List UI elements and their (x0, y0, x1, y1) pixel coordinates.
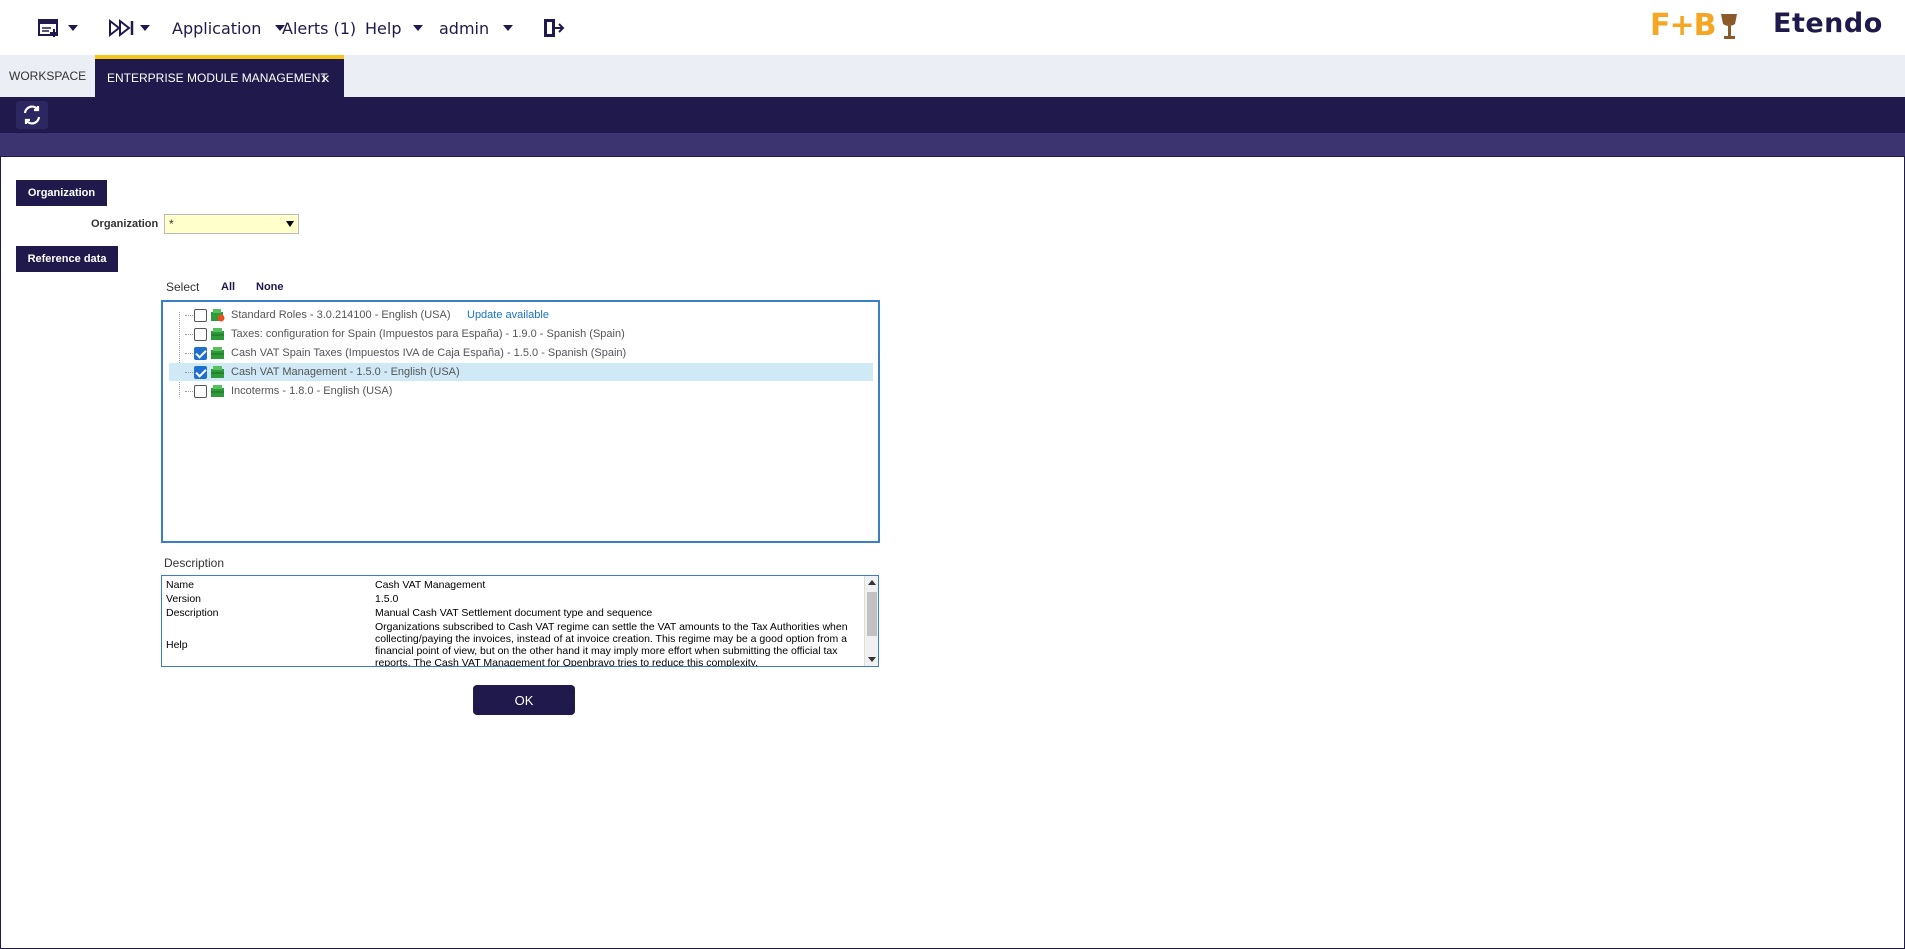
brand-logo-text: F+B (1650, 7, 1716, 43)
module-checkbox[interactable] (194, 328, 207, 341)
toolbar-status-bar (0, 133, 1905, 156)
close-icon[interactable]: × (321, 71, 330, 89)
logout-icon (544, 19, 565, 37)
description-key: Description (166, 607, 219, 619)
description-scrollbar[interactable] (864, 576, 878, 666)
update-available-link[interactable]: Update available (467, 309, 549, 321)
tree-connector (185, 353, 193, 354)
brand-name: Etendo (1773, 8, 1883, 39)
module-checkbox[interactable] (194, 366, 207, 379)
tree-connector (185, 334, 193, 335)
package-icon (211, 385, 224, 397)
scroll-thumb[interactable] (867, 592, 877, 636)
select-none-link[interactable]: None (256, 281, 284, 293)
tree-connector (185, 391, 193, 392)
module-row-selected[interactable]: Cash VAT Management - 1.5.0 - English (U… (169, 363, 873, 381)
brand-logo: F+B (1650, 7, 1740, 43)
list-plus-icon (38, 19, 58, 37)
tab-workspace-label: WORKSPACE (9, 69, 87, 83)
module-checkbox[interactable] (194, 385, 207, 398)
organization-section-header[interactable]: Organization (16, 180, 107, 206)
alerts-label: Alerts (1) (282, 18, 357, 38)
module-checkbox[interactable] (194, 309, 207, 322)
description-key: Name (166, 579, 195, 591)
description-key: Version (166, 593, 202, 605)
chevron-down-icon (68, 25, 78, 31)
reference-data-section-header[interactable]: Reference data (16, 246, 118, 272)
tree-connector (185, 315, 193, 316)
module-label: Taxes: configuration for Spain (Impuesto… (231, 328, 625, 340)
description-panel: Name Cash VAT Management Version 1.5.0 D… (161, 575, 879, 667)
user-menu-label: admin (439, 18, 490, 38)
module-tree: Standard Roles - 3.0.214100 - English (U… (161, 300, 880, 543)
application-menu[interactable]: Application (172, 17, 286, 39)
select-all-link[interactable]: All (221, 281, 235, 293)
refresh-icon (23, 105, 41, 125)
alerts-link[interactable]: Alerts (1) (282, 17, 356, 39)
chevron-down-icon (503, 25, 514, 31)
module-label: Cash VAT Management - 1.5.0 - English (U… (231, 366, 460, 378)
tab-workspace[interactable]: WORKSPACE (0, 55, 93, 97)
module-row[interactable]: Cash VAT Spain Taxes (Impuestos IVA de C… (169, 344, 873, 362)
user-menu[interactable]: admin (439, 17, 514, 39)
toolbar (0, 97, 1905, 133)
arrow-up-icon[interactable] (868, 580, 876, 585)
module-checkbox[interactable] (194, 347, 207, 360)
module-label: Incoterms - 1.8.0 - English (USA) (231, 385, 393, 397)
ok-button[interactable]: OK (473, 685, 575, 715)
package-update-icon (211, 309, 225, 322)
chevron-down-icon (286, 221, 294, 227)
organization-field-label: Organization (91, 218, 159, 230)
module-row[interactable]: Taxes: configuration for Spain (Impuesto… (169, 325, 873, 343)
help-menu-label: Help (365, 18, 402, 38)
logout-button[interactable] (543, 17, 565, 39)
module-label: Cash VAT Spain Taxes (Impuestos IVA de C… (231, 347, 627, 359)
chevron-down-icon (140, 25, 150, 31)
tab-enterprise-module-management[interactable]: ENTERPRISE MODULE MANAGEMENT × (95, 55, 344, 97)
application-menu-label: Application (172, 18, 262, 38)
description-title: Description (164, 556, 225, 570)
package-icon (211, 347, 224, 359)
arrow-down-icon[interactable] (868, 657, 876, 662)
description-value: Cash VAT Management (375, 579, 486, 591)
description-value: 1.5.0 (375, 593, 399, 605)
quick-create-menu[interactable] (38, 17, 78, 39)
skip-forward-icon (109, 18, 134, 38)
description-value: Manual Cash VAT Settlement document type… (375, 607, 653, 619)
description-key: Help (166, 639, 188, 651)
help-menu[interactable]: Help (365, 17, 424, 39)
module-label: Standard Roles - 3.0.214100 - English (U… (231, 309, 451, 321)
cutlery-glass-icon (1720, 14, 1737, 39)
organization-select-value: * (169, 217, 174, 231)
module-row[interactable]: Incoterms - 1.8.0 - English (USA) (169, 382, 873, 400)
module-row[interactable]: Standard Roles - 3.0.214100 - English (U… (169, 306, 873, 324)
tree-connector (185, 372, 193, 373)
tab-active-label: ENTERPRISE MODULE MANAGEMENT (107, 71, 328, 85)
tab-bar: WORKSPACE ENTERPRISE MODULE MANAGEMENT × (0, 55, 1905, 97)
description-value: Organizations subscribed to Cash VAT reg… (375, 621, 848, 667)
organization-select[interactable]: * (164, 214, 299, 234)
module-management-form (0, 156, 1905, 949)
select-label: Select (166, 280, 200, 294)
recent-views-menu[interactable] (108, 17, 150, 39)
refresh-button[interactable] (16, 101, 48, 129)
chevron-down-icon (413, 25, 424, 31)
package-icon (211, 328, 224, 340)
top-navigation-bar: Application Alerts (1) Help admin F+B Et… (0, 0, 1905, 55)
package-icon (211, 366, 224, 378)
